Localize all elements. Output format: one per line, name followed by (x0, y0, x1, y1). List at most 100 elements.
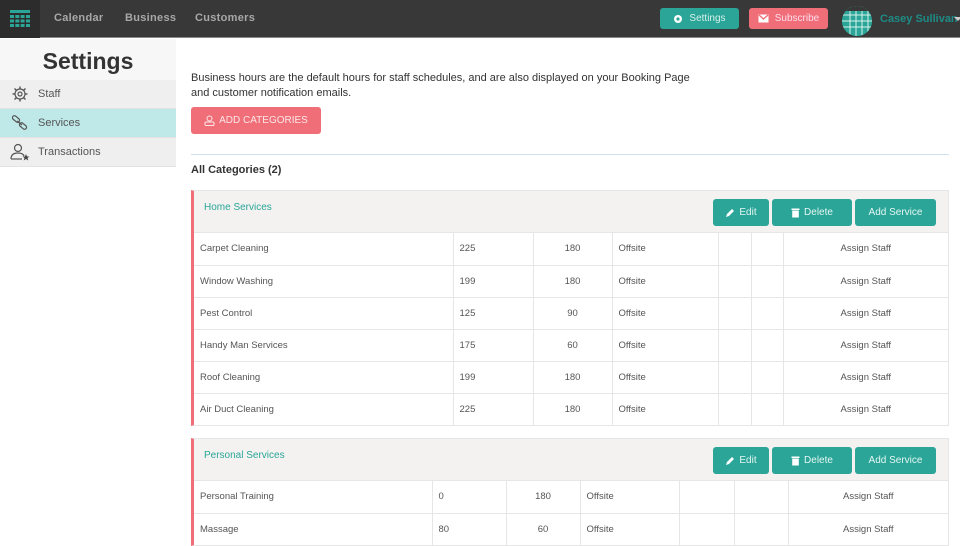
divider (191, 154, 949, 155)
nav-customers[interactable]: Customers (195, 12, 255, 24)
service-location: Offsite (612, 393, 719, 425)
gear-icon (10, 84, 30, 104)
empty-cell (751, 393, 784, 425)
service-location: Offsite (580, 513, 680, 545)
service-name[interactable]: Massage (194, 513, 433, 545)
assign-staff-link[interactable]: Assign Staff (783, 265, 948, 298)
add-service-button[interactable]: Add Service (855, 199, 936, 226)
edit-label: Edit (739, 207, 757, 218)
empty-cell (751, 233, 784, 266)
service-name[interactable]: Roof Cleaning (194, 361, 454, 394)
service-price: 80 (432, 513, 507, 545)
empty-cell (718, 233, 752, 266)
assign-staff-link[interactable]: Assign Staff (788, 481, 948, 514)
assign-staff-link[interactable]: Assign Staff (788, 513, 948, 545)
add-categories-button[interactable]: ADD CATEGORIES (191, 107, 321, 134)
chevron-down-icon[interactable] (954, 17, 960, 21)
trash-icon (791, 208, 800, 217)
category-name[interactable]: Personal Services (204, 450, 285, 461)
empty-cell (718, 361, 752, 394)
edit-button[interactable]: Edit (713, 199, 769, 226)
nav-calendar[interactable]: Calendar (54, 12, 103, 24)
mail-icon (758, 14, 769, 23)
service-price: 175 (453, 329, 534, 362)
link-icon (10, 113, 30, 133)
service-name[interactable]: Personal Training (194, 481, 433, 514)
empty-cell (751, 265, 784, 298)
add-service-label: Add Service (868, 207, 923, 218)
table-row: Carpet Cleaning 225 180 Offsite Assign Staff (194, 233, 948, 266)
all-categories-heading: All Categories (2) (191, 164, 282, 176)
subscribe-button[interactable]: Subscribe (749, 8, 828, 29)
service-duration: 180 (533, 361, 613, 394)
category-header: Home Services Edit Delete Add Service (194, 191, 948, 233)
service-name[interactable]: Carpet Cleaning (194, 233, 454, 266)
empty-cell (679, 481, 735, 514)
sidebar-item-label: Staff (38, 88, 61, 100)
assign-staff-link[interactable]: Assign Staff (783, 361, 948, 394)
calendar-logo-icon[interactable] (0, 0, 40, 38)
add-service-button[interactable]: Add Service (855, 447, 936, 474)
nav-business[interactable]: Business (125, 12, 176, 24)
sidebar-title: Settings (0, 39, 176, 80)
delete-button[interactable]: Delete (772, 199, 852, 226)
service-name[interactable]: Pest Control (194, 297, 454, 330)
service-location: Offsite (612, 361, 719, 394)
service-duration: 180 (533, 233, 613, 266)
trash-icon (791, 456, 800, 465)
table-row: Pest Control 125 90 Offsite Assign Staff (194, 297, 948, 330)
user-star-icon (10, 142, 30, 162)
user-name[interactable]: Casey Sullivan (880, 13, 958, 25)
sidebar-item-transactions[interactable]: Transactions (0, 138, 176, 167)
sidebar-item-staff[interactable]: Staff (0, 80, 176, 109)
empty-cell (734, 481, 789, 514)
subscribe-button-label: Subscribe (774, 13, 820, 24)
service-price: 0 (432, 481, 507, 514)
settings-button[interactable]: Settings (660, 8, 739, 29)
service-duration: 180 (506, 481, 581, 514)
category-card: Home Services Edit Delete Add Service Ca… (191, 190, 949, 426)
table-row: Roof Cleaning 199 180 Offsite Assign Staff (194, 361, 948, 394)
gear-icon (674, 14, 683, 23)
service-location: Offsite (612, 297, 719, 330)
service-price: 125 (453, 297, 534, 330)
service-location: Offsite (612, 265, 719, 298)
service-location: Offsite (612, 329, 719, 362)
category-name[interactable]: Home Services (204, 202, 272, 213)
description-text: Business hours are the default hours for… (191, 72, 690, 99)
service-name[interactable]: Air Duct Cleaning (194, 393, 454, 425)
assign-staff-link[interactable]: Assign Staff (783, 329, 948, 362)
category-card: Personal Services Edit Delete Add Servic… (191, 438, 949, 546)
assign-staff-link[interactable]: Assign Staff (783, 233, 948, 266)
service-price: 225 (453, 233, 534, 266)
empty-cell (751, 361, 784, 394)
sidebar-item-services[interactable]: Services (0, 109, 176, 138)
add-service-label: Add Service (868, 455, 923, 466)
avatar[interactable] (842, 6, 872, 36)
services-table: Carpet Cleaning 225 180 Offsite Assign Staff… (194, 233, 948, 425)
table-row: Personal Training 0 180 Offsite Assign Staff (194, 481, 948, 514)
table-row: Massage 80 60 Offsite Assign Staff (194, 513, 948, 545)
sidebar-item-label: Services (38, 117, 81, 129)
service-price: 199 (453, 265, 534, 298)
pencil-icon (726, 456, 735, 465)
table-row: Air Duct Cleaning 225 180 Offsite Assign Sta… (194, 393, 948, 425)
empty-cell (718, 297, 752, 330)
sidebar-item-label: Transactions (38, 146, 101, 158)
edit-button[interactable]: Edit (713, 447, 769, 474)
service-duration: 60 (506, 513, 581, 545)
settings-button-label: Settings (689, 13, 726, 24)
assign-staff-link[interactable]: Assign Staff (783, 297, 948, 330)
service-name[interactable]: Handy Man Services (194, 329, 454, 362)
delete-button[interactable]: Delete (772, 447, 852, 474)
empty-cell (718, 393, 752, 425)
empty-cell (751, 297, 784, 330)
service-duration: 180 (533, 265, 613, 298)
empty-cell (718, 329, 752, 362)
service-name[interactable]: Window Washing (194, 265, 454, 298)
main-content: Business hours are the default hours for… (191, 39, 949, 176)
service-duration: 60 (533, 329, 613, 362)
add-categories-label: ADD CATEGORIES (219, 115, 308, 126)
assign-staff-link[interactable]: Assign Staff (783, 393, 948, 425)
pencil-icon (726, 208, 735, 217)
